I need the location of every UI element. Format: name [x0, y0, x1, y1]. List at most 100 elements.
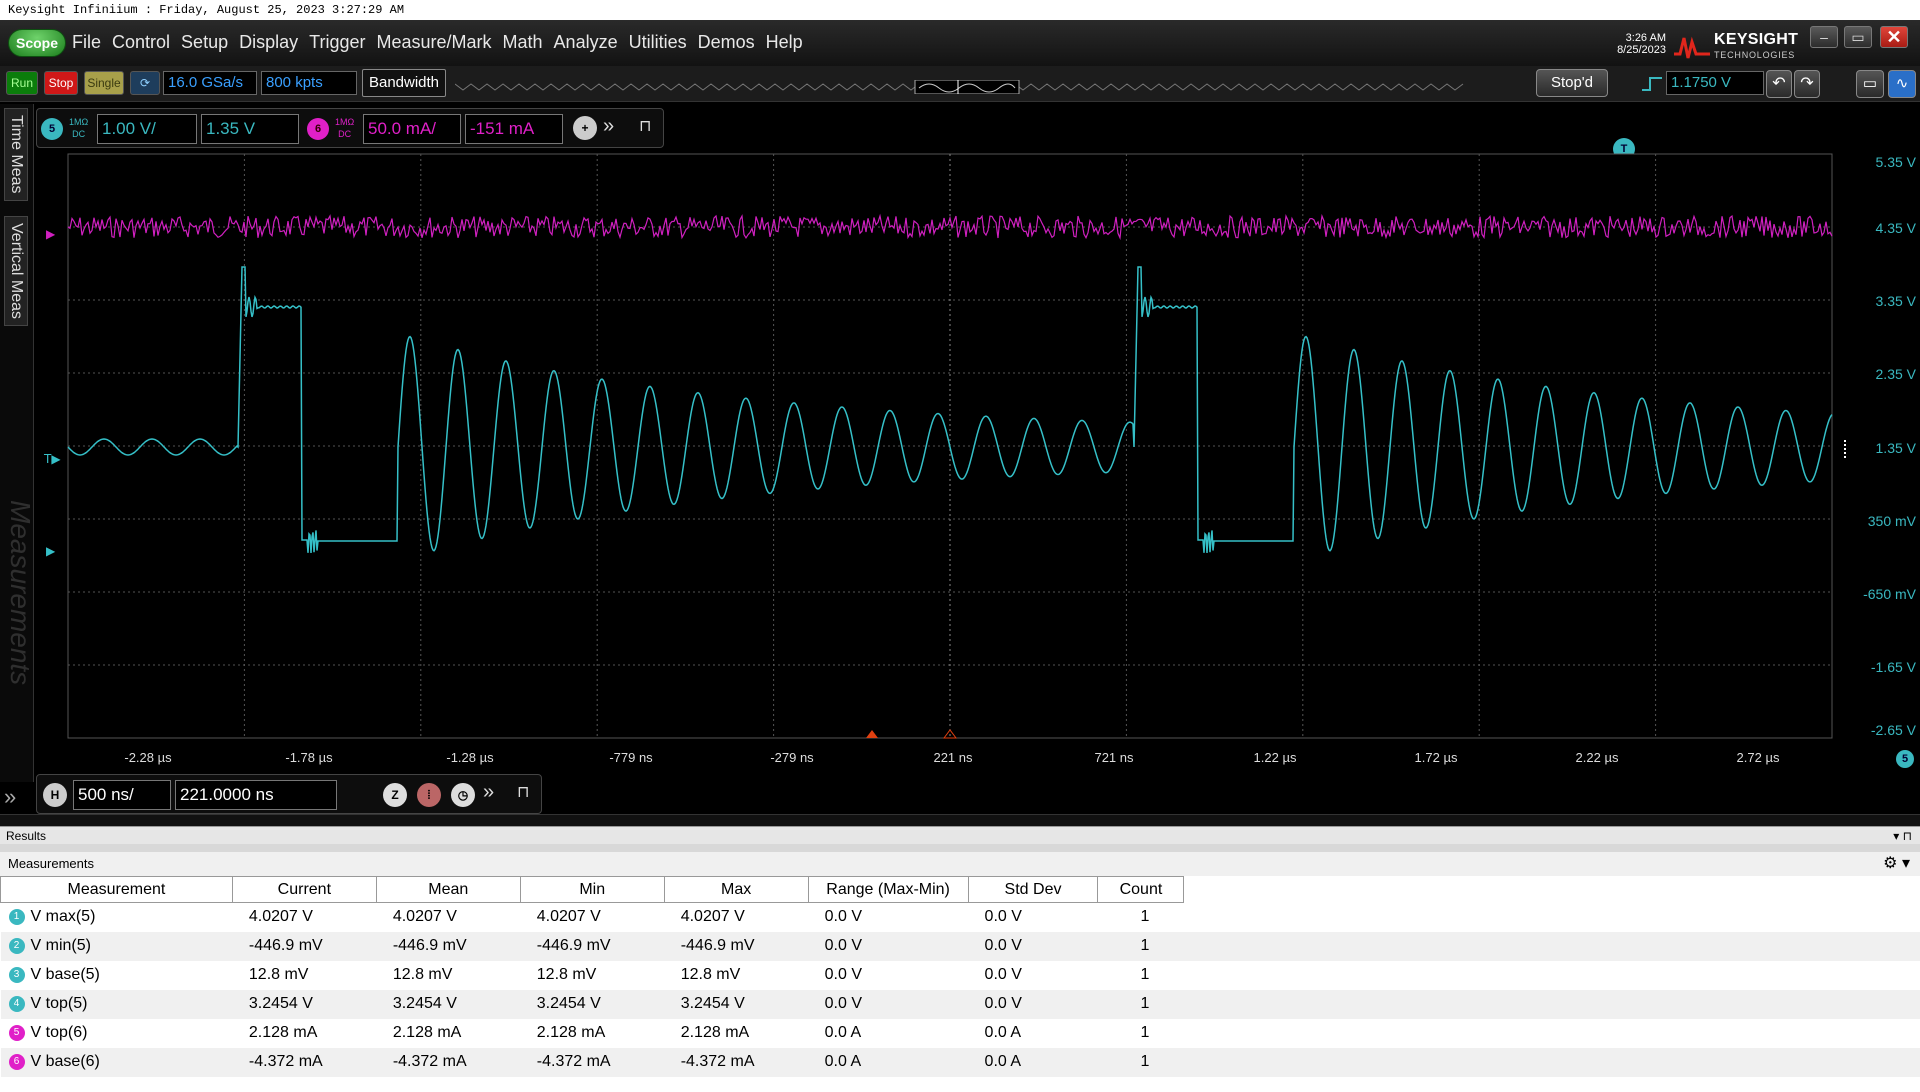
measurement-value-cell: 4.0207 V — [520, 902, 665, 932]
vertical-scale-label: 3.35 V — [1875, 293, 1916, 309]
table-row[interactable]: 1V max(5) 4.0207 V 4.0207 V 4.0207 V 4.0207 … — [0, 902, 1920, 932]
measurement-value-cell: 2.128 mA — [520, 1018, 665, 1048]
measurement-value-cell: -446.9 mV — [232, 931, 377, 961]
table-row[interactable]: 5V top(6) 2.128 mA 2.128 mA 2.128 mA 2.128 m… — [0, 1018, 1920, 1048]
time-scale-label: 2.72 µs — [1736, 750, 1780, 765]
horizontal-scale-field[interactable]: 500 ns/ — [73, 780, 171, 810]
time-scale-label: 1.22 µs — [1253, 750, 1297, 765]
results-title: Results — [6, 829, 47, 843]
column-header[interactable]: Mean — [375, 876, 521, 903]
measurement-value-cell: 3.2454 V — [520, 989, 665, 1019]
measurement-value-cell: 0.0 V — [808, 960, 969, 990]
measurement-value-cell: 12.8 mV — [376, 960, 521, 990]
measurement-name: V base(6) — [30, 1053, 100, 1070]
measurement-name-cell: 5 V top(6) — [0, 1018, 233, 1048]
measurement-name-cell: 3 V base(5) — [0, 960, 233, 990]
timebase-clock-icon[interactable]: ◷ — [451, 783, 475, 807]
vertical-scale-label: -1.65 V — [1870, 659, 1916, 675]
measurement-name: V top(6) — [30, 1024, 88, 1041]
measurement-value-cell: 0.0 A — [968, 1047, 1098, 1077]
horizontal-setup-bar: H 500 ns/ 221.0000 ns Z ⦙ ◷ » ⊓ — [36, 774, 542, 814]
measurement-value-cell: 0.0 V — [968, 960, 1098, 990]
time-scale-label: 2.22 µs — [1575, 750, 1619, 765]
measurement-name-cell: 6 V base(6) — [0, 1047, 233, 1077]
horizontal-position-field[interactable]: 221.0000 ns — [175, 780, 337, 810]
measurement-name: V top(5) — [30, 995, 88, 1012]
channel-5-ground-marker[interactable]: ▶ — [46, 544, 56, 558]
table-row[interactable]: 2V min(5) -446.9 mV -446.9 mV -446.9 mV -446… — [0, 931, 1920, 961]
measurement-badge: 5 — [8, 1024, 25, 1041]
measurement-value-cell: 3.2454 V — [376, 989, 521, 1019]
table-row[interactable]: 4V top(5) 3.2454 V 3.2454 V 3.2454 V 3.2454 … — [0, 989, 1920, 1019]
measurement-value-cell: 3.2454 V — [232, 989, 377, 1019]
column-header[interactable]: Measurement — [0, 876, 233, 903]
time-scale-label: -2.28 µs — [124, 750, 172, 765]
vertical-scale-label: 5.35 V — [1875, 154, 1916, 170]
time-scale-label: -279 ns — [770, 750, 814, 765]
column-header[interactable]: Range (Max-Min) — [807, 876, 969, 903]
table-row[interactable]: 3V base(5) 12.8 mV 12.8 mV 12.8 mV 12.8 mV 0.… — [0, 960, 1920, 990]
measurement-value-cell: 12.8 mV — [232, 960, 377, 990]
measurement-value-cell: 0.0 A — [808, 1018, 969, 1048]
settings-gear-icon[interactable]: ⚙ ▾ — [1883, 852, 1910, 876]
measurement-value-cell: -4.372 mA — [376, 1047, 521, 1077]
results-menu-icon[interactable]: ▾ ⊓ — [1893, 827, 1912, 845]
column-header[interactable]: Count — [1097, 876, 1185, 903]
measurement-value-cell: 2.128 mA — [232, 1018, 377, 1048]
measurement-value-cell: 0.0 A — [968, 1018, 1098, 1048]
measurement-value-cell: 1 — [1097, 902, 1184, 932]
measurement-value-cell: 12.8 mV — [520, 960, 665, 990]
time-scale-label: 721 ns — [1094, 750, 1134, 765]
time-scale-label: -779 ns — [609, 750, 653, 765]
measurement-value-cell: 0.0 V — [808, 989, 969, 1019]
column-header[interactable]: Max — [663, 876, 809, 903]
active-channel-badge[interactable]: 5 — [1896, 750, 1914, 768]
vertical-scale-label: 1.35 V — [1875, 440, 1916, 456]
splitter[interactable] — [0, 814, 1920, 826]
measurement-name: V max(5) — [30, 908, 96, 926]
measurement-value-cell: -446.9 mV — [664, 931, 809, 961]
measurement-value-cell: 1 — [1097, 1047, 1184, 1077]
expand-chevron-icon[interactable]: » — [483, 781, 494, 804]
measurements-title: Measurements — [8, 856, 94, 871]
trigger-level-marker[interactable]: T▶ — [43, 452, 61, 466]
measurement-value-cell: 0.0 V — [968, 989, 1098, 1019]
vertical-scale-label: -2.65 V — [1870, 722, 1916, 738]
measurement-value-cell: 2.128 mA — [376, 1018, 521, 1048]
measurement-value-cell: 0.0 A — [808, 1047, 969, 1077]
expand-side-panel-icon[interactable]: » — [4, 784, 16, 810]
pin-icon[interactable]: ⊓ — [517, 782, 529, 802]
column-header[interactable]: Std Dev — [967, 876, 1099, 903]
channel-6-ground-marker[interactable]: ▶ — [46, 227, 56, 241]
measurement-value-cell: 1 — [1097, 1018, 1184, 1048]
measurement-value-cell: -4.372 mA — [520, 1047, 665, 1077]
measurement-badge: 6 — [8, 1053, 25, 1070]
measurement-badge: 2 — [8, 937, 25, 954]
time-scale-label: -1.28 µs — [446, 750, 494, 765]
measurement-badge: 1 — [8, 909, 25, 926]
measurement-badge: 4 — [8, 995, 25, 1012]
zoom-icon[interactable]: Z — [383, 783, 407, 807]
horizontal-badge[interactable]: H — [43, 783, 67, 807]
measurement-badge: 3 — [8, 966, 25, 983]
measurements-header: Measurements ⚙ ▾ — [0, 852, 1920, 876]
measurement-value-cell: -446.9 mV — [376, 931, 521, 961]
column-header[interactable]: Current — [231, 876, 377, 903]
measurement-value-cell: 0.0 V — [808, 931, 969, 961]
measurement-name: V base(5) — [30, 966, 100, 983]
measurement-value-cell: -4.372 mA — [664, 1047, 809, 1077]
measurement-value-cell: 0.0 V — [808, 902, 969, 932]
measurement-value-cell: 12.8 mV — [664, 960, 809, 990]
time-scale-label: 221 ns — [933, 750, 973, 765]
measurement-value-cell: 1 — [1097, 931, 1184, 961]
column-header[interactable]: Min — [519, 876, 665, 903]
measurement-name-cell: 2 V min(5) — [0, 931, 233, 961]
waveform-display[interactable]: T▶ ▶ ▶ — [0, 0, 1920, 780]
measurement-value-cell: 0.0 V — [968, 931, 1098, 961]
segmented-icon[interactable]: ⦙ — [417, 783, 441, 807]
measurement-value-cell: -4.372 mA — [232, 1047, 377, 1077]
vertical-scale-label: 4.35 V — [1875, 220, 1916, 236]
table-row[interactable]: 6V base(6) -4.372 mA -4.372 mA -4.372 mA -4.… — [0, 1047, 1920, 1077]
measurement-name: V min(5) — [30, 937, 91, 954]
time-scale-label: -1.78 µs — [285, 750, 333, 765]
